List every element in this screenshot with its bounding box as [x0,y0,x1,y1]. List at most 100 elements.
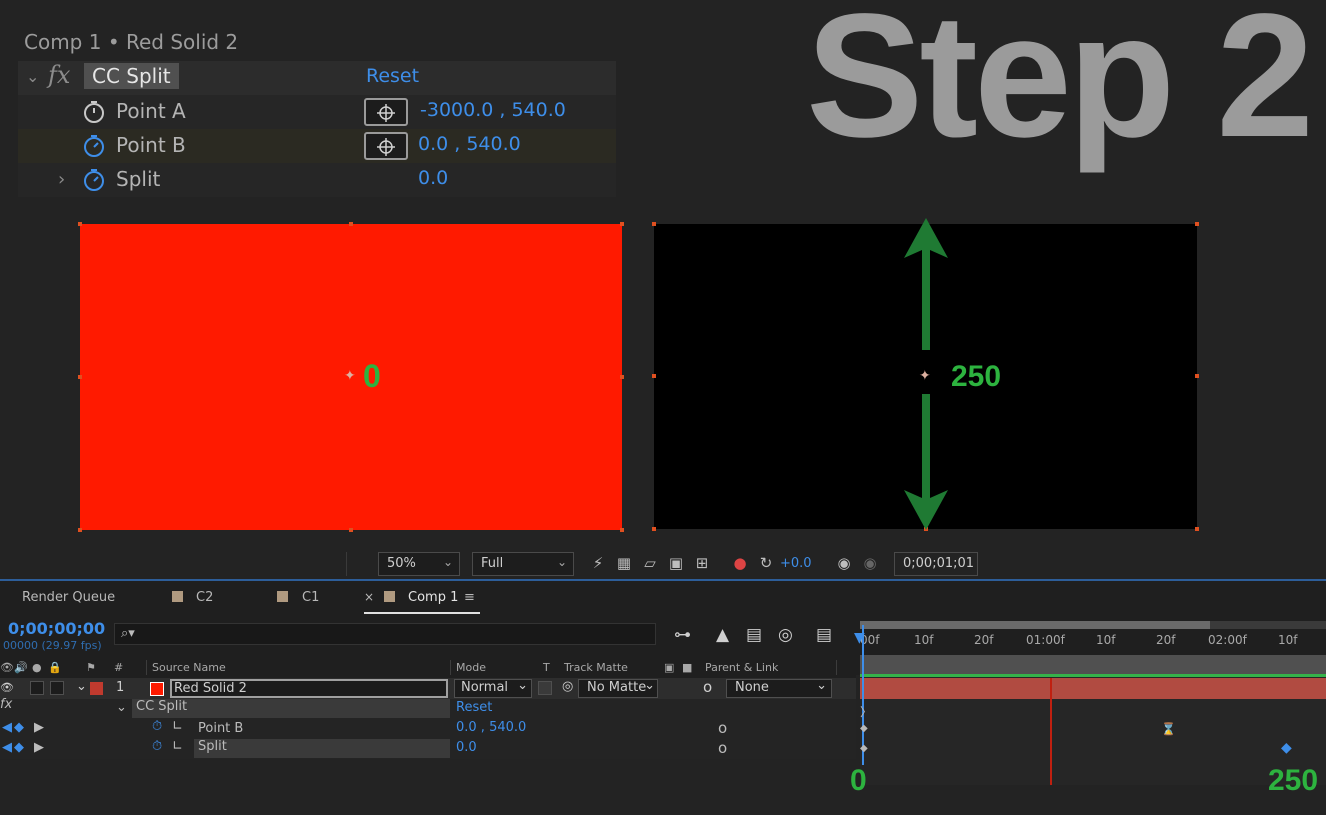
lock-toggle[interactable] [50,681,64,695]
column-parent-link[interactable]: Parent & Link [705,661,778,674]
stopwatch-icon[interactable]: ⏱ [152,739,162,754]
keyframe-diamond-icon[interactable]: ◆ [860,723,868,734]
pickwhip-spiral-icon[interactable]: о [718,719,727,737]
transform-handle[interactable] [620,528,624,532]
effect-header-row[interactable]: ⌄ fx CC Split Reset [18,61,616,95]
current-time-display[interactable]: 0;00;00;00 [8,619,105,638]
column-track-matte[interactable]: Track Matte [564,661,628,674]
preserve-transparency-toggle[interactable] [538,681,552,695]
fast-preview-icon[interactable]: ⚡ [590,555,606,571]
time-navigator[interactable] [860,621,1210,629]
transform-handle[interactable] [652,527,656,531]
label-color-swatch[interactable] [90,682,103,695]
layer-search-input[interactable]: ⌕▾ [114,623,656,645]
split-value[interactable]: 0.0 [456,740,477,755]
effect-name[interactable]: CC Split [84,63,179,89]
lock-icon[interactable]: 🔒 [48,661,62,674]
point-target-button[interactable] [364,98,408,126]
channels-icon[interactable]: ● [732,555,748,571]
exposure-value[interactable]: +0.0 [780,556,812,571]
property-row-split[interactable]: ◀ ◆ ▶ ⏱ ∟ Split 0.0 о [0,739,856,759]
magnification-dropdown[interactable]: 50% ⌄ [378,552,460,576]
point-b-value[interactable]: 0.0 , 540.0 [418,133,521,155]
column-source-name[interactable]: Source Name [152,661,226,674]
effect-reset-link[interactable]: Reset [456,700,492,715]
layer-name-field[interactable]: Red Solid 2 [170,679,448,698]
transform-handle[interactable] [1195,374,1199,378]
transform-handle[interactable] [78,528,82,532]
matte-toggle-icon[interactable]: ▣ [664,661,674,674]
tab-comp-1[interactable]: Comp 1 [408,590,458,605]
transparency-grid-icon[interactable]: ▦ [616,555,632,571]
keyframe-nav-prev-icon[interactable]: ◀ [2,740,12,755]
snapshot-camera-icon[interactable]: ◉ [836,555,852,571]
point-b-value[interactable]: 0.0 , 540.0 [456,720,526,735]
guides-icon[interactable]: ⊞ [694,555,710,571]
mask-visibility-icon[interactable]: ▱ [642,555,658,571]
comp-flowchart-icon[interactable]: ⊶ [674,625,691,645]
close-tab-icon[interactable]: × [364,590,374,604]
label-tag-icon[interactable]: ⚑ [86,661,96,674]
anchor-point-icon[interactable]: ✦ [919,368,931,384]
collapse-chevron-icon[interactable]: ⌄ [26,67,39,86]
show-snapshot-icon[interactable]: ◉ [862,555,878,571]
keyframe-nav-next-icon[interactable]: ▶ [34,740,44,755]
reset-exposure-icon[interactable]: ↻ [758,555,774,571]
parent-dropdown[interactable]: None ⌄ [726,678,832,698]
tab-menu-icon[interactable]: ≡ [464,590,475,605]
transform-handle[interactable] [620,375,624,379]
tab-c1[interactable]: C1 [302,590,319,605]
stopwatch-icon[interactable] [82,100,106,124]
point-a-value[interactable]: -3000.0 , 540.0 [420,99,566,121]
matte-link-icon[interactable]: ◎ [562,679,573,694]
transform-handle[interactable] [1195,222,1199,226]
transform-handle[interactable] [652,222,656,226]
tab-render-queue[interactable]: Render Queue [22,590,115,605]
anchor-point-icon[interactable]: ✦ [344,368,356,384]
transform-handle[interactable] [652,374,656,378]
transform-handle[interactable] [349,528,353,532]
layer-row[interactable]: 👁 ⌄ 1 Red Solid 2 Normal ⌄ ◎ No Matte ⌄ … [0,678,856,699]
expand-chevron-icon[interactable]: › [58,169,65,190]
frame-blending-icon[interactable]: ▤ [746,625,762,645]
motion-blur-icon[interactable]: ◎ [778,625,793,645]
property-row-point-b[interactable]: ◀ ◆ ▶ ⏱ ∟ Point B 0.0 , 540.0 о [0,719,856,739]
resolution-dropdown[interactable]: Full ⌄ [472,552,574,576]
parent-pickwhip-icon[interactable]: ■ [682,661,692,674]
effect-row[interactable]: fx ⌄ CC Split Reset [0,697,856,719]
graph-editor-icon[interactable]: ▤ [816,625,832,645]
transform-handle[interactable] [78,222,82,226]
graph-icon[interactable]: ∟ [172,739,183,754]
chevron-down-icon[interactable]: ⌄ [116,700,127,715]
transform-handle[interactable] [78,375,82,379]
point-target-button[interactable] [364,132,408,160]
solo-icon[interactable]: ● [32,661,42,674]
keyframe-hourglass-icon[interactable]: ⌛ [1161,722,1176,736]
keyframe-add-icon[interactable]: ◆ [14,740,24,755]
effect-reset-link[interactable]: Reset [366,65,419,87]
work-area-bar[interactable] [860,655,1326,675]
stopwatch-icon[interactable] [82,134,106,158]
track-matte-dropdown[interactable]: No Matte ⌄ [578,678,658,698]
chevron-down-icon[interactable]: ⌄ [76,679,87,694]
graph-icon[interactable]: ∟ [172,719,183,734]
eye-icon[interactable]: 👁 [0,661,14,674]
keyframe-add-icon[interactable]: ◆ [14,720,24,735]
keyframe-nav-next-icon[interactable]: ▶ [34,720,44,735]
pickwhip-spiral-icon[interactable]: о [718,739,727,757]
solo-toggle[interactable] [30,681,44,695]
viewer-timecode[interactable]: 0;00;01;01 [894,552,978,576]
pickwhip-spiral-icon[interactable]: о [703,678,712,696]
split-value[interactable]: 0.0 [418,167,448,189]
stopwatch-icon[interactable] [82,168,106,192]
blend-mode-dropdown[interactable]: Normal ⌄ [454,678,532,698]
region-of-interest-icon[interactable]: ▣ [668,555,684,571]
transform-handle[interactable] [1195,527,1199,531]
fx-icon[interactable]: fx [0,697,12,712]
effect-name[interactable]: CC Split [132,699,450,718]
keyframe-selected-icon[interactable]: ◆ [1281,740,1292,756]
draft-3d-icon[interactable]: ▲ [716,625,729,645]
eye-icon[interactable]: 👁 [0,681,14,694]
effect-keyframe-marker-icon[interactable]: 〉 [860,703,872,720]
column-t[interactable]: T [543,661,550,674]
